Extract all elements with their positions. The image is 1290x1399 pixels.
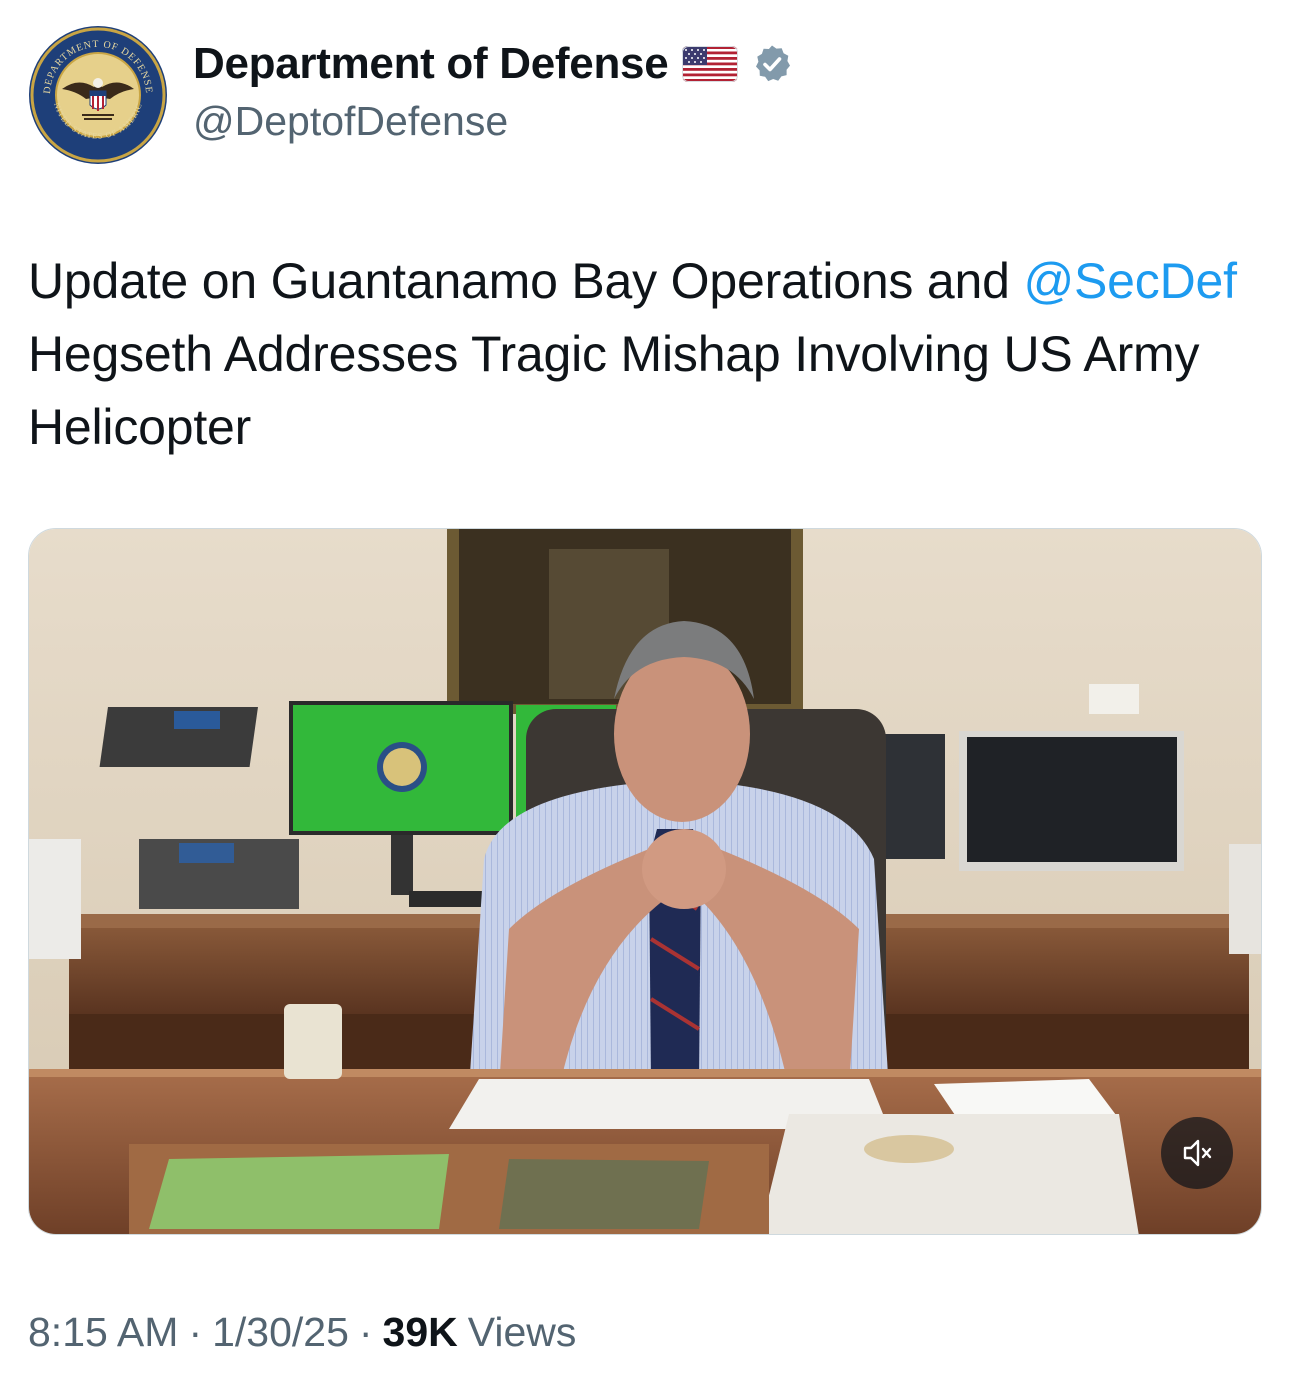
video-frame: [29, 529, 1261, 1234]
meta-separator: ·: [358, 1309, 373, 1355]
tweet-text-part-2: Hegseth Addresses Tragic Mishap Involvin…: [28, 326, 1200, 455]
avatar[interactable]: DEPARTMENT OF DEFENSE UNITED STATES OF A…: [28, 25, 168, 165]
tweet-time[interactable]: 8:15 AM: [28, 1309, 178, 1356]
tweet-text-part-1: Update on Guantanamo Bay Operations and: [28, 253, 1024, 309]
author-display-name[interactable]: Department of Defense: [193, 39, 669, 89]
tweet: DEPARTMENT OF DEFENSE UNITED STATES OF A…: [0, 0, 1290, 1399]
tweet-meta: 8:15 AM · 1/30/25 · 39K Views: [28, 1309, 576, 1356]
dod-seal-icon: DEPARTMENT OF DEFENSE UNITED STATES OF A…: [28, 25, 167, 164]
mention-link[interactable]: @SecDef: [1023, 253, 1237, 309]
video-player[interactable]: [28, 528, 1262, 1235]
meta-separator: ·: [188, 1309, 203, 1355]
views-count[interactable]: 39K: [383, 1309, 458, 1356]
us-flag-icon: [682, 46, 739, 82]
author-handle[interactable]: @DeptofDefense: [193, 98, 508, 145]
tweet-text: Update on Guantanamo Bay Operations and …: [28, 245, 1258, 464]
verified-badge-icon[interactable]: [752, 44, 792, 84]
tweet-date[interactable]: 1/30/25: [212, 1309, 349, 1356]
mute-toggle-button[interactable]: [1161, 1117, 1233, 1189]
author-name-row: Department of Defense: [193, 36, 792, 92]
speaker-muted-icon: [1183, 1139, 1212, 1167]
views-label: Views: [467, 1309, 577, 1355]
